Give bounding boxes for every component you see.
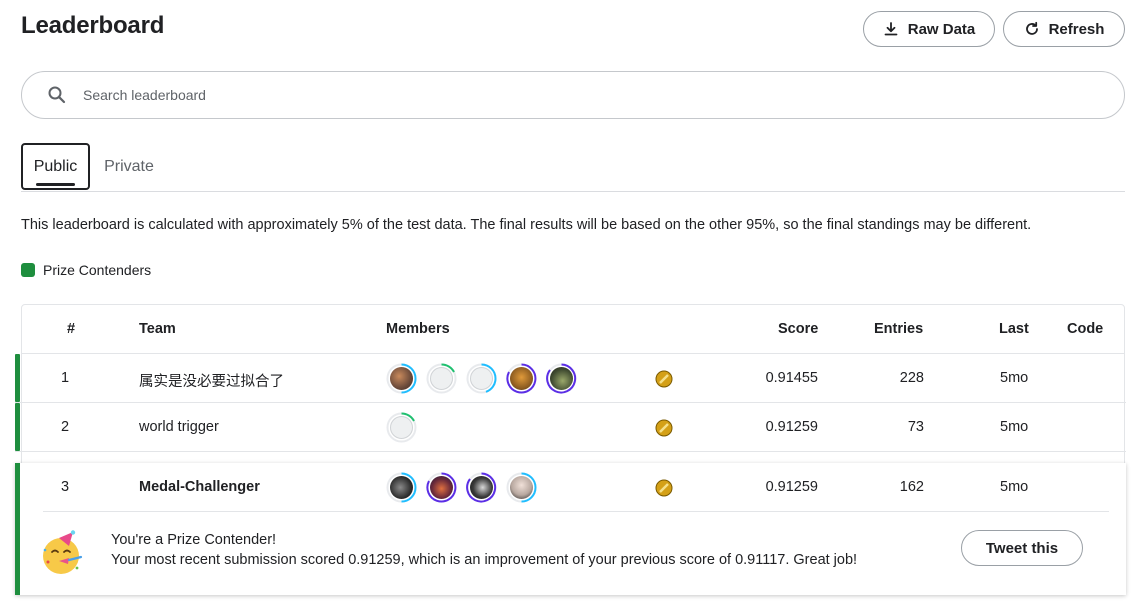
party-face-icon: [43, 530, 83, 574]
entries: 162: [899, 479, 924, 495]
avatar[interactable]: [506, 472, 537, 503]
legend: Prize Contenders: [21, 262, 151, 278]
col-score-header[interactable]: Score: [778, 321, 818, 337]
search-bar: [21, 71, 1125, 119]
avatar[interactable]: [386, 363, 417, 394]
tweet-label: Tweet this: [985, 539, 1059, 557]
team-members: [386, 412, 417, 443]
tweet-button[interactable]: Tweet this: [961, 530, 1083, 566]
prize-contender-message: You're a Prize Contender! Your most rece…: [111, 530, 857, 570]
active-tab-indicator: [36, 183, 75, 186]
current-team-row: 3 Medal-Challenger 0.91259 162 5mo You'r…: [15, 463, 1126, 595]
avatar[interactable]: [466, 472, 497, 503]
col-entries-header[interactable]: Entries: [874, 321, 923, 337]
search-icon: [48, 86, 66, 104]
tab-public-label: Public: [33, 157, 78, 175]
refresh-icon: [1025, 21, 1038, 35]
avatar[interactable]: [386, 412, 417, 443]
page-title: Leaderboard: [21, 12, 165, 39]
leaderboard-table: # Team Members Score Entries Last Code 1…: [15, 304, 1126, 595]
table-row[interactable]: 1 属实是没必要过拟合了 0.91455 228 5mo: [15, 354, 1126, 403]
team-members: [386, 363, 577, 394]
rank: 3: [61, 479, 70, 495]
refresh-label: Refresh: [1048, 20, 1105, 38]
score: 0.91259: [765, 419, 818, 435]
raw-data-label: Raw Data: [907, 20, 976, 38]
team-name[interactable]: 属实是没必要过拟合了: [139, 370, 284, 391]
team-name[interactable]: Medal-Challenger: [139, 479, 260, 495]
divider: [43, 511, 1109, 512]
gold-medal-icon: [655, 419, 673, 437]
last-submission: 5mo: [1000, 419, 1029, 435]
table-row[interactable]: 3 Medal-Challenger 0.91259 162 5mo: [15, 463, 1126, 512]
last-submission: 5mo: [1000, 479, 1029, 495]
contender-title: You're a Prize Contender!: [111, 532, 277, 548]
tab-public[interactable]: Public: [21, 143, 90, 190]
gold-medal-icon: [655, 370, 673, 388]
raw-data-button[interactable]: Raw Data: [863, 11, 995, 47]
leaderboard-notice: This leaderboard is calculated with appr…: [21, 217, 1032, 233]
legend-label: Prize Contenders: [43, 262, 152, 278]
col-rank-header[interactable]: #: [67, 321, 75, 337]
gold-medal-icon: [655, 479, 673, 497]
contender-body: Your most recent submission scored 0.912…: [111, 552, 858, 568]
entries: 73: [907, 419, 924, 435]
avatar[interactable]: [466, 363, 497, 394]
col-members-header: Members: [386, 321, 450, 337]
team-members: [386, 472, 537, 503]
tab-private-label: Private: [104, 157, 154, 175]
table-row[interactable]: 2 world trigger 0.91259 73 5mo: [15, 403, 1126, 452]
refresh-button[interactable]: Refresh: [1003, 11, 1125, 47]
team-name[interactable]: world trigger: [139, 419, 219, 435]
rank: 1: [61, 370, 70, 386]
rank: 2: [61, 419, 70, 435]
tab-private[interactable]: Private: [102, 143, 156, 190]
col-team-header[interactable]: Team: [139, 321, 176, 337]
download-icon: [884, 22, 898, 36]
last-submission: 5mo: [1000, 370, 1029, 386]
avatar[interactable]: [426, 363, 457, 394]
avatar[interactable]: [426, 472, 457, 503]
prize-contender-swatch: [21, 263, 35, 277]
search-input[interactable]: [83, 87, 983, 103]
score: 0.91259: [765, 479, 818, 495]
prize-contender-marker: [15, 354, 20, 402]
entries: 228: [899, 370, 924, 386]
score: 0.91455: [765, 370, 818, 386]
avatar[interactable]: [506, 363, 537, 394]
col-last-header[interactable]: Last: [999, 321, 1029, 337]
leaderboard-tabs: Public Private: [21, 143, 1125, 192]
avatar[interactable]: [546, 363, 577, 394]
table-header: # Team Members Score Entries Last Code: [22, 305, 1124, 354]
prize-contender-marker: [15, 403, 20, 451]
col-code-header: Code: [1067, 321, 1104, 337]
avatar[interactable]: [386, 472, 417, 503]
